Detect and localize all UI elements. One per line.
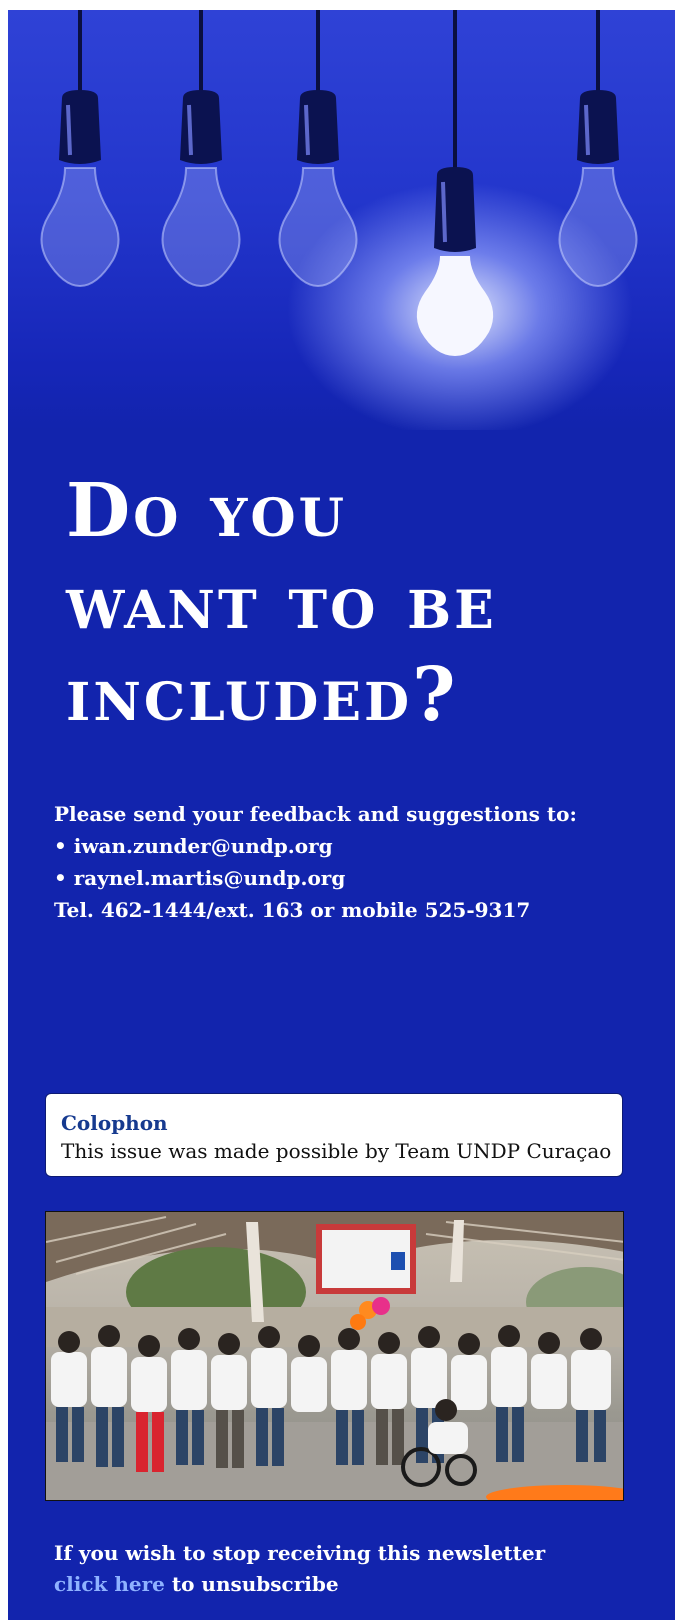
headline-line-1: Do you (66, 468, 347, 554)
unsubscribe-intro: If you wish to stop receiving this newsl… (54, 1541, 546, 1565)
light-bulb-icon (273, 10, 363, 300)
contact-email-raynel[interactable]: • raynel.martis@undp.org (54, 862, 654, 894)
unsubscribe-section: If you wish to stop receiving this newsl… (54, 1538, 654, 1600)
colophon-box: Colophon This issue was made possible by… (45, 1093, 623, 1177)
light-bulb-icon (405, 10, 505, 380)
light-bulb-icon (553, 10, 643, 300)
unsubscribe-line: click here to unsubscribe (54, 1569, 654, 1600)
contact-intro: Please send your feedback and suggestion… (54, 802, 577, 826)
light-bulb-icon (35, 10, 125, 300)
headline: Do you want to be included? (66, 465, 646, 741)
headline-line-2: want to be (66, 560, 497, 646)
colophon-text: This issue was made possible by Team UND… (61, 1139, 612, 1163)
colophon-title: Colophon (61, 1111, 168, 1135)
light-bulb-icon (156, 10, 246, 300)
newsletter-panel: Do you want to be included? Please send … (8, 10, 675, 1620)
hero-light-bulbs-image (8, 10, 675, 430)
headline-line-3: included? (66, 652, 459, 738)
contact-info: Please send your feedback and suggestion… (54, 798, 654, 926)
team-event-photo (45, 1211, 624, 1501)
contact-phone: Tel. 462-1444/ext. 163 or mobile 525-931… (54, 898, 531, 922)
unsubscribe-rest: to unsubscribe (164, 1572, 339, 1596)
unsubscribe-link[interactable]: click here (54, 1572, 165, 1596)
contact-email-iwan[interactable]: • iwan.zunder@undp.org (54, 830, 654, 862)
